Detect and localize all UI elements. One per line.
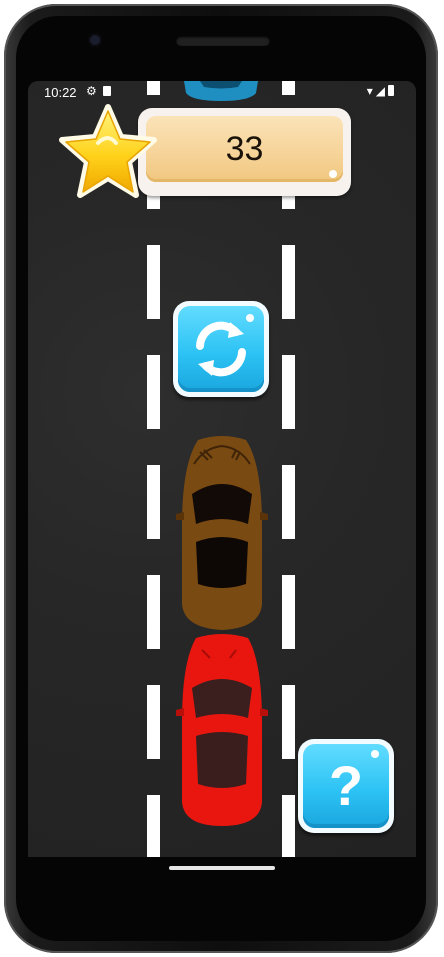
home-indicator[interactable] <box>169 866 275 870</box>
lane-line-right-segment <box>282 685 295 759</box>
sd-card-icon <box>103 86 112 96</box>
lane-line-left-segment <box>147 355 160 429</box>
earpiece-speaker <box>176 36 270 46</box>
restart-button[interactable] <box>173 301 269 397</box>
wifi-icon: ▾ <box>366 84 376 98</box>
help-button[interactable]: ? <box>298 739 394 833</box>
battery-icon <box>388 85 394 96</box>
lane-line-left-segment <box>147 465 160 539</box>
lane-line-right-segment <box>282 465 295 539</box>
lane-line-right-segment <box>282 795 295 857</box>
opponent-car <box>176 436 268 630</box>
lane-line-left-segment <box>147 685 160 759</box>
star-icon <box>59 104 157 198</box>
status-bar: 10:22 ⚙ ▾◢ <box>28 81 416 105</box>
refresh-icon <box>196 314 254 377</box>
status-time: 10:22 <box>44 85 77 100</box>
signal-icon: ◢ <box>375 84 388 98</box>
score-panel: 33 <box>138 108 351 196</box>
lane-line-left-segment <box>147 795 160 857</box>
help-shine <box>371 750 379 758</box>
score-value: 33 <box>225 130 264 168</box>
lane-line-right-segment <box>282 245 295 319</box>
settings-icon: ⚙ <box>86 84 97 98</box>
lane-line-right-segment <box>282 355 295 429</box>
score-box: 33 <box>146 116 343 182</box>
front-camera <box>88 33 102 47</box>
lane-line-right-segment <box>282 575 295 649</box>
game-screen[interactable]: 10:22 ⚙ ▾◢ 33 ? <box>28 81 416 857</box>
player-car <box>176 634 268 826</box>
lane-line-left-segment <box>147 245 160 319</box>
score-shine <box>329 170 337 178</box>
lane-line-left-segment <box>147 575 160 649</box>
